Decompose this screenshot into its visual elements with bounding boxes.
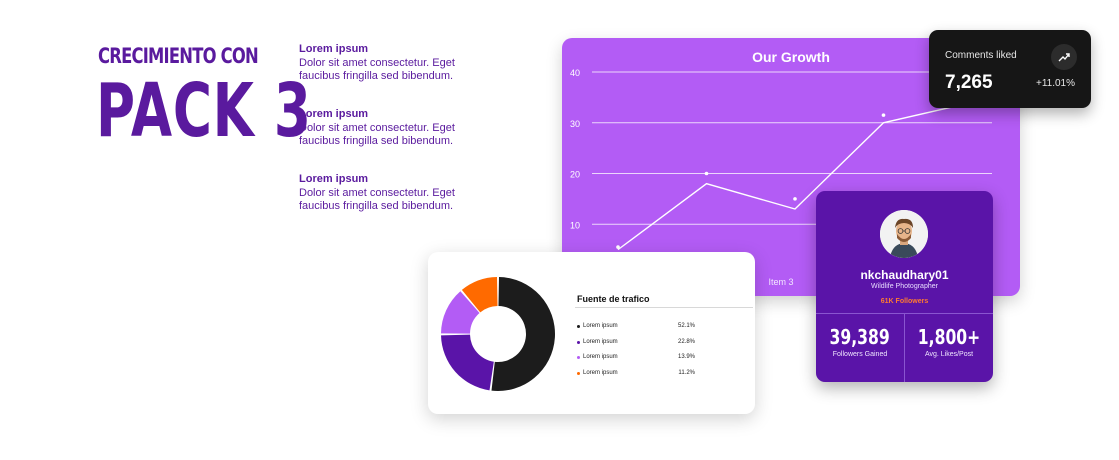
comments-change: +11.01% <box>1035 78 1075 89</box>
donut-slice <box>441 334 494 391</box>
data-point <box>704 171 709 176</box>
legend-item: Lorem ipsum 22.8% <box>575 339 695 349</box>
heading-small: CRECIMIENTO CON <box>98 44 259 68</box>
profile-card: nkchaudhary01 Wildlife Photographer 61K … <box>816 191 993 382</box>
legend-dot <box>577 356 580 359</box>
comments-card: Comments liked 7,265 +11.01% <box>929 30 1091 108</box>
block-title: Lorem ipsum <box>299 108 369 120</box>
legend-dot <box>577 341 580 344</box>
x-tick-label: Item 3 <box>768 277 793 287</box>
data-point <box>793 197 797 201</box>
stat-avg-likes: 1,800+ Avg. Likes/Post <box>905 325 993 358</box>
heading-big: PACK 3 <box>96 68 312 154</box>
data-point <box>616 245 620 249</box>
block-body: Dolor sit amet consectetur. Eget faucibu… <box>299 186 455 213</box>
chart-title: Our Growth <box>752 49 830 65</box>
text-block: Lorem ipsum Dolor sit amet consectetur. … <box>299 43 479 84</box>
profile-name: nkchaudhary01 <box>860 268 949 282</box>
profile-followers: 61K Followers <box>880 298 929 305</box>
text-block: Lorem ipsum Dolor sit amet consectetur. … <box>299 173 479 214</box>
y-tick-label: 10 <box>570 220 580 230</box>
y-tick-label: 30 <box>570 119 580 129</box>
donut-chart <box>441 277 555 391</box>
trend-up-icon[interactable] <box>1051 44 1077 70</box>
legend-pct: 22.8% <box>677 339 695 345</box>
y-tick-label: 40 <box>570 68 580 78</box>
legend-pct: 13.9% <box>677 354 695 360</box>
block-title: Lorem ipsum <box>299 43 369 55</box>
traffic-title: Fuente de trafico <box>577 294 650 304</box>
stat-followers-gained: 39,389 Followers Gained <box>816 325 904 358</box>
block-title: Lorem ipsum <box>299 173 369 185</box>
legend-name: Lorem ipsum <box>583 370 618 376</box>
legend-dot <box>577 325 580 328</box>
divider <box>575 307 753 308</box>
legend-name: Lorem ipsum <box>583 323 618 329</box>
comments-label: Comments liked <box>945 50 1017 61</box>
avatar[interactable] <box>880 210 928 258</box>
legend-name: Lorem ipsum <box>583 339 618 345</box>
legend-item: Lorem ipsum 52.1% <box>575 323 695 333</box>
stat-value: 39,389 <box>829 325 891 349</box>
stat-value: 1,800+ <box>917 325 981 349</box>
traffic-card: Fuente de trafico Lorem ipsum 52.1% Lore… <box>428 252 755 414</box>
legend-item: Lorem ipsum 13.9% <box>575 354 695 364</box>
block-body: Dolor sit amet consectetur. Eget faucibu… <box>299 56 455 83</box>
donut-slice <box>491 277 555 391</box>
legend-dot <box>577 372 580 375</box>
block-body: Dolor sit amet consectetur. Eget faucibu… <box>299 121 455 148</box>
legend-pct: 11.2% <box>678 370 695 376</box>
legend-name: Lorem ipsum <box>583 354 618 360</box>
text-block: Lorem ipsum Dolor sit amet consectetur. … <box>299 108 479 149</box>
data-point <box>881 113 886 117</box>
comments-value: 7,265 <box>945 72 993 93</box>
legend-item: Lorem ipsum 11.2% <box>575 370 695 380</box>
stat-caption: Avg. Likes/Post <box>924 351 974 358</box>
profile-role: Wildlife Photographer <box>871 283 938 290</box>
legend-pct: 52.1% <box>677 323 695 329</box>
y-tick-label: 20 <box>570 170 580 180</box>
stat-caption: Followers Gained <box>832 351 888 358</box>
